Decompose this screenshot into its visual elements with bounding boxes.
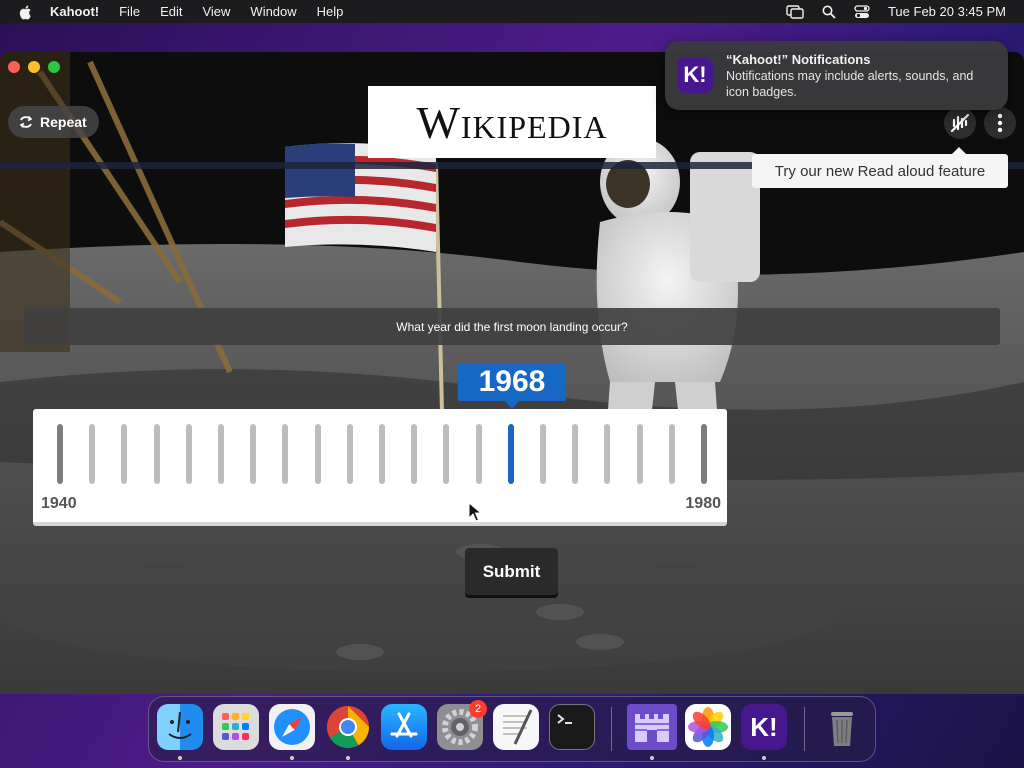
menu-bar: Kahoot! File Edit View Window Help Tue F… [0,0,1024,23]
slider-tick[interactable] [250,424,257,484]
slider-tick[interactable] [346,424,353,484]
slider-tick[interactable] [218,424,224,484]
kahoot-app-icon: K! [677,57,713,93]
repeat-icon [19,115,33,129]
spotlight-search-icon[interactable] [822,5,836,19]
app-store-icon[interactable] [381,704,427,750]
system-settings-icon[interactable]: 2 [437,700,487,750]
kahoot-running-dot [762,756,766,760]
menu-help[interactable]: Help [317,4,344,19]
window-zoom-button[interactable] [48,61,60,73]
slider-tick[interactable] [636,424,643,484]
slider-tick[interactable] [314,424,321,484]
slider-min-label: 1940 [41,495,77,512]
photos-icon[interactable] [685,704,731,750]
apple-menu-icon[interactable] [18,4,34,20]
slider-tick[interactable] [57,424,63,484]
slider-tick[interactable] [411,424,418,484]
terminal-icon[interactable] [549,704,595,750]
slider-tick[interactable] [153,424,160,484]
slider-tick[interactable] [701,424,707,484]
dock-separator [611,707,612,751]
control-center-icon[interactable] [854,4,870,19]
menu-edit[interactable]: Edit [160,4,182,19]
repeat-label: Repeat [40,114,87,130]
menu-app-name[interactable]: Kahoot! [50,4,99,19]
chrome-running-dot [346,756,350,760]
castle-app-icon[interactable] [627,704,677,750]
repeat-button[interactable]: Repeat [8,106,99,138]
slider-tick[interactable] [540,424,546,484]
notification-banner[interactable]: K! “Kahoot!” Notifications Notifications… [665,41,1008,110]
castle-app-running-dot [650,756,654,760]
menu-window[interactable]: Window [250,4,296,19]
slider-handle[interactable] [507,424,514,484]
menubar-clock[interactable]: Tue Feb 20 3:45 PM [888,4,1006,19]
dock: 2 K! [148,696,876,762]
dock-separator [804,707,805,751]
textedit-icon[interactable] [493,704,539,750]
safari-running-dot [290,756,294,760]
read-aloud-muted-icon [950,113,970,133]
read-aloud-tooltip: Try our new Read aloud feature [752,147,1008,188]
menu-file[interactable]: File [119,4,140,19]
window-close-button[interactable] [8,61,20,73]
slider-tick[interactable] [604,424,611,484]
trash-icon[interactable] [819,704,865,750]
kahoot-icon[interactable]: K! [741,704,787,750]
slider-max-label: 1980 [685,495,721,512]
finder-icon[interactable] [157,704,203,750]
screen-mirroring-icon[interactable] [786,4,804,19]
more-options-button[interactable] [984,107,1016,139]
year-slider[interactable]: 1940 1980 [33,409,727,526]
slider-track[interactable] [33,424,727,486]
slider-tick[interactable] [668,424,675,484]
slider-tick[interactable] [282,424,289,484]
slider-tick[interactable] [379,424,385,484]
question-image-wikipedia-logo: Wikipedia [368,86,656,158]
notification-title: “Kahoot!” Notifications [726,52,871,67]
safari-icon[interactable] [269,704,315,750]
slider-tick[interactable] [89,424,96,484]
slider-tick[interactable] [185,424,192,484]
settings-notification-badge: 2 [469,700,487,718]
chrome-icon[interactable] [325,704,371,750]
vertical-ellipsis-icon [997,113,1003,133]
question-text: What year did the first moon landing occ… [24,308,1000,345]
notification-body: Notifications may include alerts, sounds… [726,69,974,99]
launchpad-icon[interactable] [213,704,259,750]
slider-tick[interactable] [121,424,128,484]
slider-value-badge: 1968 [458,363,566,409]
slider-tick[interactable] [475,424,482,484]
menu-view[interactable]: View [202,4,230,19]
kahoot-window: Repeat Wikipedia Try our new Read aloud … [0,52,1024,694]
read-aloud-toggle-button[interactable] [944,107,976,139]
mouse-cursor-icon [468,502,482,522]
finder-running-dot [178,756,182,760]
window-minimize-button[interactable] [28,61,40,73]
slider-tick[interactable] [572,424,579,484]
slider-tick[interactable] [443,424,450,484]
submit-button[interactable]: Submit [465,548,558,595]
